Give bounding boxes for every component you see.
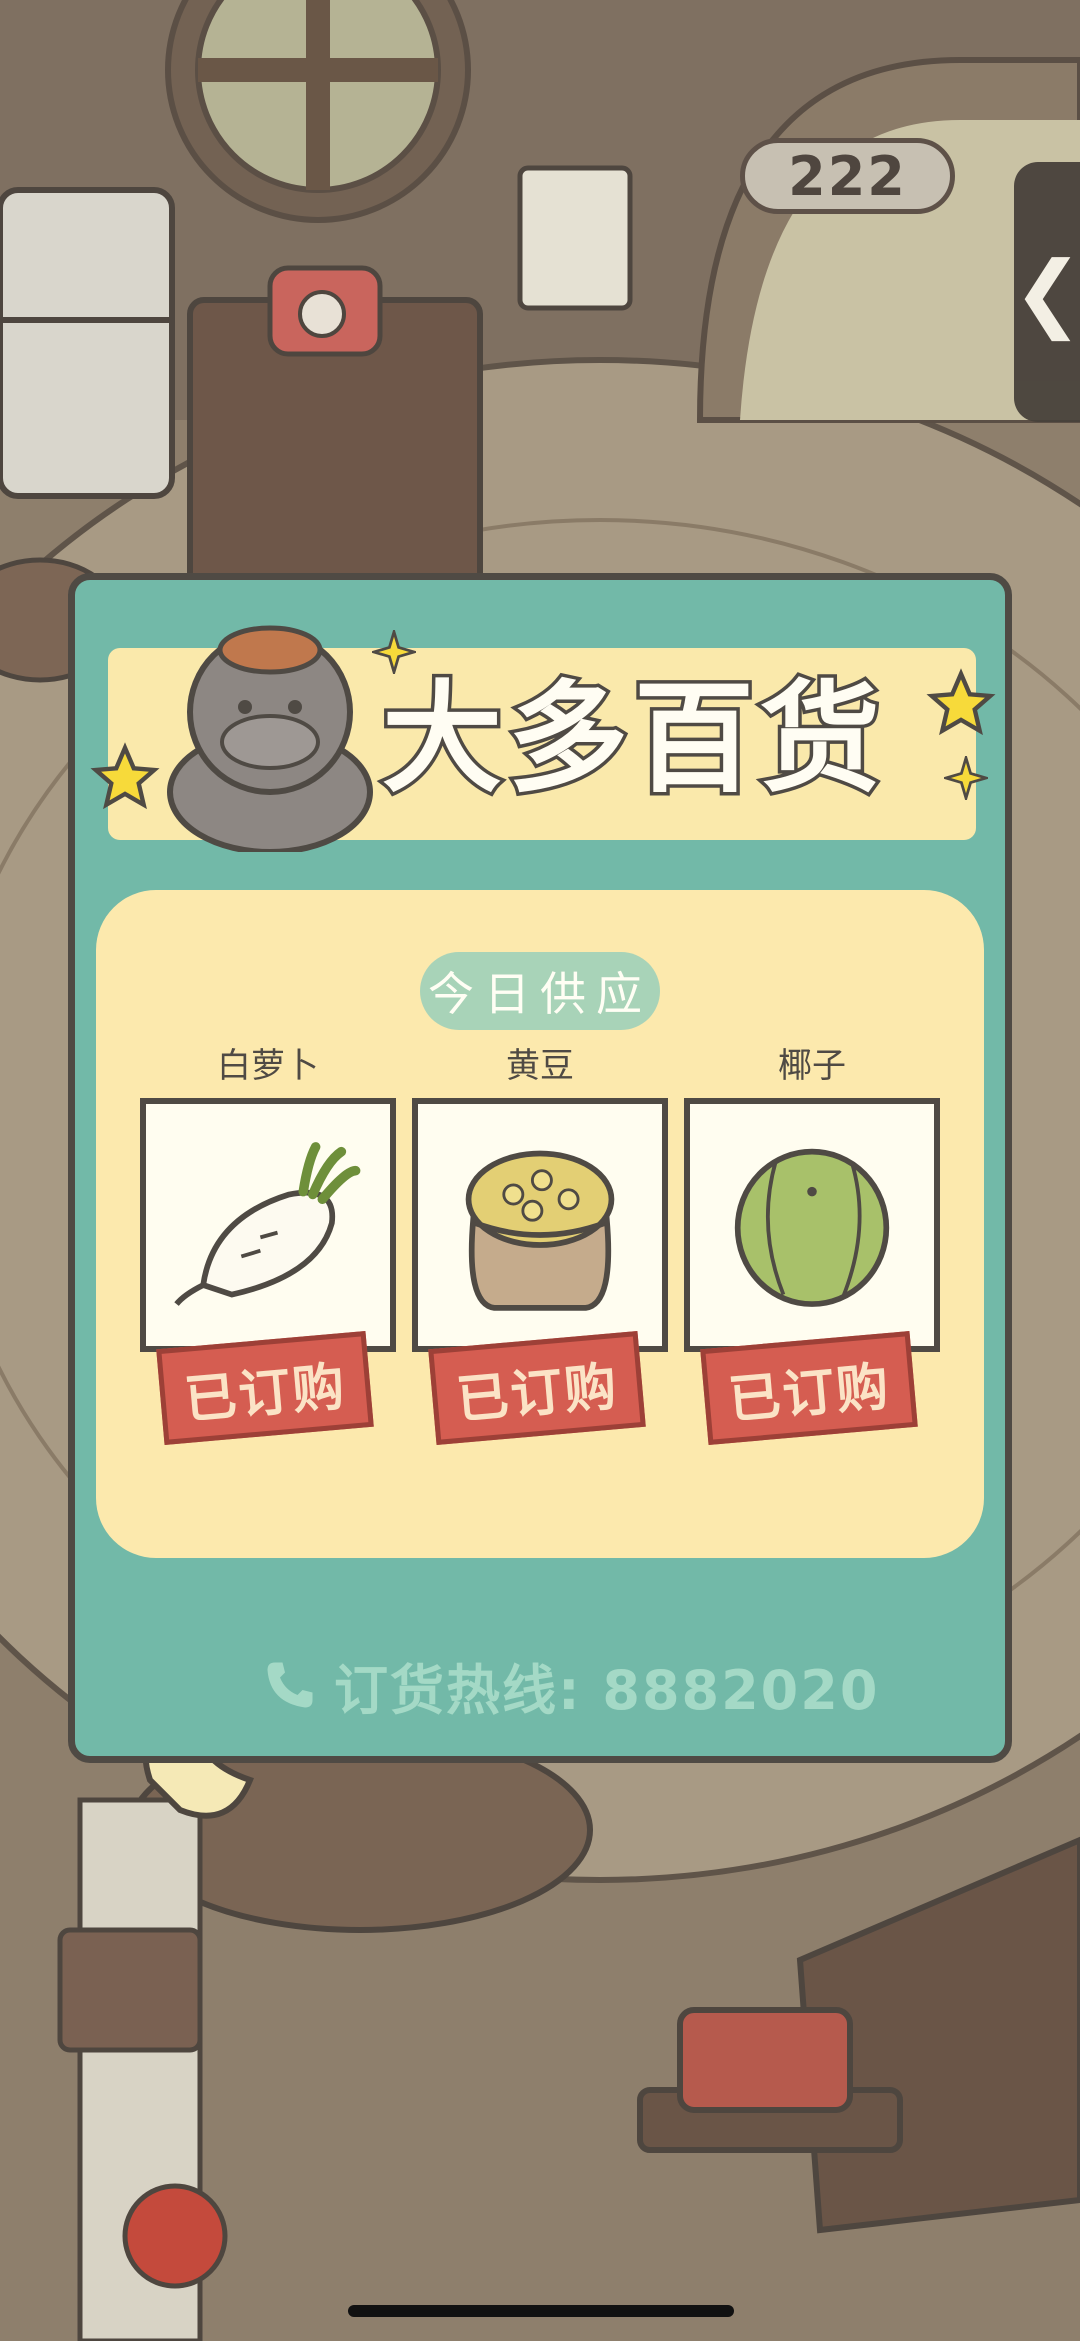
ordered-stamp: 已订购: [156, 1331, 374, 1445]
ordered-stamp: 已订购: [700, 1331, 918, 1445]
chevron-left-icon: ❮: [1012, 243, 1080, 341]
shop-title: 大多百货: [379, 667, 886, 813]
item-slot-daikon[interactable]: [140, 1098, 396, 1352]
star-icon: [90, 742, 160, 810]
item-name: 黄豆: [506, 1046, 574, 1086]
item-slot-soybean[interactable]: [412, 1098, 668, 1352]
home-indicator[interactable]: [348, 2305, 734, 2317]
soybean-sack-icon: [465, 1150, 615, 1311]
item-name: 椰子: [778, 1046, 846, 1086]
ordered-stamp: 已订购: [428, 1331, 646, 1445]
section-title: 今日供应: [420, 952, 660, 1030]
daikon-icon: [174, 1142, 361, 1306]
side-menu-tab[interactable]: ❮: [1012, 162, 1080, 422]
item-name: 白萝卜: [217, 1046, 319, 1086]
currency-counter: 222: [740, 138, 955, 214]
hotline-text: 订货热线: 8882020: [334, 1658, 880, 1722]
hippo-shopkeeper-icon: [167, 625, 373, 852]
star-icon: [926, 668, 996, 736]
sparkle-icon: [944, 756, 988, 800]
item-slot-coconut[interactable]: [684, 1098, 940, 1352]
order-hotline: 订货热线: 8882020: [260, 1650, 880, 1722]
phone-icon: [267, 1662, 313, 1708]
coconut-icon: [734, 1148, 890, 1307]
